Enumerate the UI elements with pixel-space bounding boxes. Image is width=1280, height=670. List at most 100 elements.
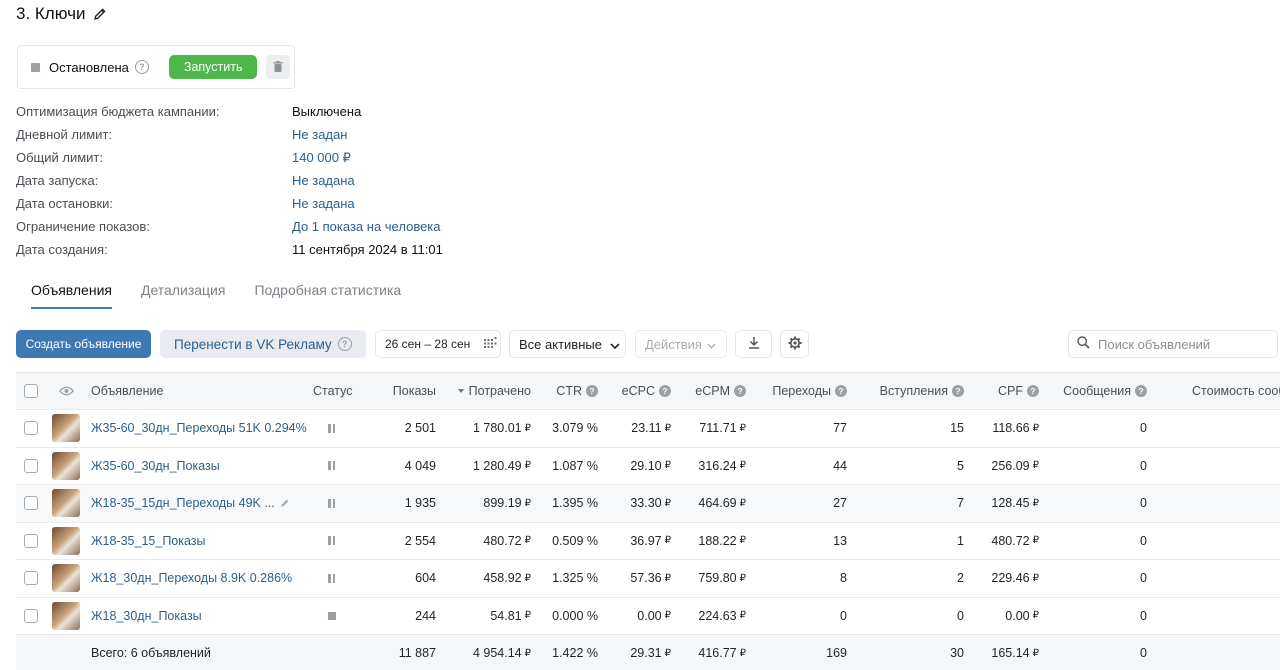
actions-dropdown[interactable]: Действия [635, 330, 727, 358]
ad-name-link[interactable]: Ж35-60_30дн_Переходы 51K 0.294% [91, 410, 307, 447]
eye-icon[interactable] [59, 373, 74, 409]
ruble-sign: ₽ [524, 422, 531, 434]
cell-ecpm: 464.69 ₽ [681, 485, 746, 522]
help-icon[interactable]: ? [734, 385, 746, 397]
prop-value-link[interactable]: Не задана [292, 194, 355, 214]
cell-ecpc: 29.10 ₽ [606, 448, 671, 485]
prop-value-link[interactable]: Не задан [292, 125, 347, 145]
table-row[interactable]: Ж35-60_30дн_Показы 4 049 1 280.49 ₽ 1.087… [16, 448, 1280, 485]
prop-value: Выключена [292, 104, 362, 119]
help-icon[interactable]: ? [659, 385, 671, 397]
cell-ecpc-value: 36.97 [630, 533, 662, 548]
prop-frequency-cap: Ограничение показов: До 1 показа на чело… [16, 217, 616, 237]
download-button[interactable] [735, 330, 772, 358]
help-icon[interactable]: ? [1135, 385, 1147, 397]
help-icon[interactable]: ? [586, 385, 598, 397]
help-icon[interactable]: ? [835, 385, 847, 397]
filter-label: Все активные [519, 336, 602, 352]
select-all-checkbox[interactable] [24, 384, 38, 398]
col-status[interactable]: Статус [313, 373, 353, 409]
table-row[interactable]: Ж18-35_15_Показы 2 554 480.72 ₽ 0.509 % 3… [16, 523, 1280, 560]
prop-stop-date: Дата остановки: Не задана [16, 194, 616, 214]
table-row[interactable]: Ж18_30дн_Показы 244 54.81 ₽ 0.000 % 0.00 ₽… [16, 598, 1280, 635]
tab-details[interactable]: Детализация [141, 282, 225, 309]
help-icon[interactable]: ? [1027, 385, 1039, 397]
col-ecpc[interactable]: eCPC? [606, 373, 671, 409]
col-message-cost[interactable]: Стоимость сооб [1192, 373, 1280, 409]
cell-ecpc: 36.97 ₽ [606, 523, 671, 560]
row-checkbox[interactable] [24, 496, 38, 511]
col-ctr[interactable]: CTR? [536, 373, 598, 409]
cell-clicks: 27 [833, 496, 847, 511]
row-checkbox[interactable] [24, 458, 38, 473]
col-ad[interactable]: Объявление [91, 373, 164, 409]
cell-spent: 899.19 ₽ [441, 485, 531, 522]
prop-value-link[interactable]: Не задана [292, 171, 355, 191]
col-shows[interactable]: Показы [371, 373, 436, 409]
ad-name-link[interactable]: Ж18-35_15дн_Переходы 49K ... [91, 485, 275, 522]
ads-search-box[interactable] [1068, 330, 1278, 358]
cell-joins: 2 [957, 571, 964, 586]
ruble-sign: ₽ [739, 497, 746, 509]
edit-pencil-icon[interactable] [93, 7, 107, 21]
row-checkbox[interactable] [24, 421, 38, 436]
table-row[interactable]: Ж35-60_30дн_Переходы 51K 0.294% 2 501 1 … [16, 410, 1280, 448]
total-clicks: 169 [826, 646, 847, 661]
ad-thumbnail[interactable] [52, 526, 80, 555]
col-spent[interactable]: Потрачено [441, 373, 531, 409]
total-joins: 30 [950, 646, 964, 661]
cell-spent: 1 280.49 ₽ [441, 448, 531, 485]
create-ad-button[interactable]: Создать объявление [16, 330, 151, 358]
col-cpf[interactable]: CPF? [976, 373, 1039, 409]
cell-spent: 1 780.01 ₽ [441, 410, 531, 447]
edit-pencil-icon[interactable] [280, 485, 290, 522]
total-cpf: 165.14 ₽ [976, 635, 1039, 670]
ad-thumbnail[interactable] [52, 414, 80, 443]
total-cpf-value: 165.14 [991, 646, 1030, 661]
move-to-vk-ads-button[interactable]: Перенести в VK Рекламу ? [160, 330, 366, 358]
help-icon[interactable]: ? [134, 60, 149, 74]
col-joins[interactable]: Вступления? [861, 373, 964, 409]
run-button[interactable]: Запустить [168, 55, 258, 79]
search-input[interactable] [1098, 336, 1268, 352]
cell-ctr: 0.509 % [552, 533, 598, 548]
prop-total-limit: Общий лимит: 140 000 ₽ [16, 148, 616, 168]
col-messages[interactable]: Сообщения? [1056, 373, 1147, 409]
paused-status-icon [328, 523, 335, 560]
date-range-picker[interactable]: 26 сен – 28 сен [375, 330, 501, 358]
help-icon[interactable]: ? [337, 337, 352, 351]
cell-clicks: 44 [833, 458, 847, 473]
row-checkbox[interactable] [24, 571, 38, 586]
ad-name-link[interactable]: Ж18_30дн_Переходы 8.9K 0.286% [91, 560, 292, 597]
prop-value-link[interactable]: До 1 показа на человека [292, 217, 441, 237]
col-clicks[interactable]: Переходы? [756, 373, 847, 409]
ad-thumbnail[interactable] [52, 601, 80, 630]
tab-statistics[interactable]: Подробная статистика [254, 282, 401, 309]
row-checkbox[interactable] [24, 533, 38, 548]
col-ecpm-label: eCPM [695, 384, 730, 398]
table-row[interactable]: Ж18-35_15дн_Переходы 49K ... 1 935 899.1… [16, 485, 1280, 523]
delete-button[interactable] [266, 55, 291, 79]
col-ecpm[interactable]: eCPM? [681, 373, 746, 409]
ad-name-link[interactable]: Ж35-60_30дн_Показы [91, 448, 220, 485]
ad-name-link[interactable]: Ж18-35_15_Показы [91, 523, 206, 560]
chevron-down-icon [610, 337, 620, 352]
ruble-sign: ₽ [739, 610, 746, 622]
ad-name-link[interactable]: Ж18_30дн_Показы [91, 598, 202, 635]
ruble-sign: ₽ [664, 647, 671, 659]
cell-cpf: 256.09 ₽ [976, 448, 1039, 485]
help-icon[interactable]: ? [952, 385, 964, 397]
table-total-row: Всего: 6 объявлений 11 887 4 954.14 ₽ 1.4… [16, 635, 1280, 670]
tab-ads[interactable]: Объявления [31, 282, 112, 309]
ad-thumbnail[interactable] [52, 489, 80, 518]
paused-status-icon [328, 560, 335, 597]
status-filter-dropdown[interactable]: Все активные [509, 330, 626, 358]
ad-thumbnail[interactable] [52, 451, 80, 480]
settings-button[interactable] [780, 330, 809, 358]
prop-value: 11 сентября 2024 в 11:01 [292, 242, 443, 257]
ad-thumbnail[interactable] [52, 564, 80, 593]
row-checkbox[interactable] [24, 608, 38, 623]
table-row[interactable]: Ж18_30дн_Переходы 8.9K 0.286% 604 458.92… [16, 560, 1280, 598]
prop-value-link[interactable]: 140 000 ₽ [292, 148, 351, 168]
cell-ctr: 0.000 % [552, 608, 598, 623]
